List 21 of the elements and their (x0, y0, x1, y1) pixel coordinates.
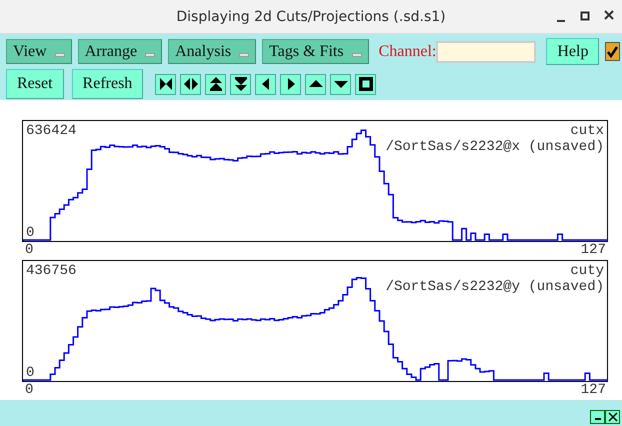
axis-max-label: 127 (580, 382, 606, 400)
zero-value-label: 0 (26, 365, 34, 381)
axis-min-label: 0 (25, 382, 34, 400)
source-label: /SortSas/s2232@y (unsaved) (386, 279, 604, 295)
menu-button[interactable]: View (6, 39, 72, 64)
action-button[interactable]: Refresh (72, 69, 144, 99)
axis-min-label: 0 (25, 242, 34, 260)
help-button[interactable]: Help (546, 38, 600, 65)
histogram-name: cutx (570, 123, 604, 139)
menu-button[interactable]: Tags & Fits (262, 39, 369, 64)
max-value-label: 436756 (26, 263, 76, 279)
window-title: Displaying 2d Cuts/Projections (.sd.s1) (176, 9, 446, 25)
max-value-label: 636424 (26, 123, 76, 139)
channel-label: Channel: (378, 42, 436, 62)
menu-button[interactable]: Analysis (168, 39, 256, 64)
axis-max-label: 127 (580, 242, 606, 260)
source-label: /SortSas/s2232@x (unsaved) (386, 139, 604, 155)
zero-value-label: 0 (26, 225, 34, 241)
menu-button[interactable]: Arrange (78, 39, 162, 64)
action-button[interactable]: Reset (6, 69, 64, 99)
histogram-name: cuty (570, 263, 604, 279)
